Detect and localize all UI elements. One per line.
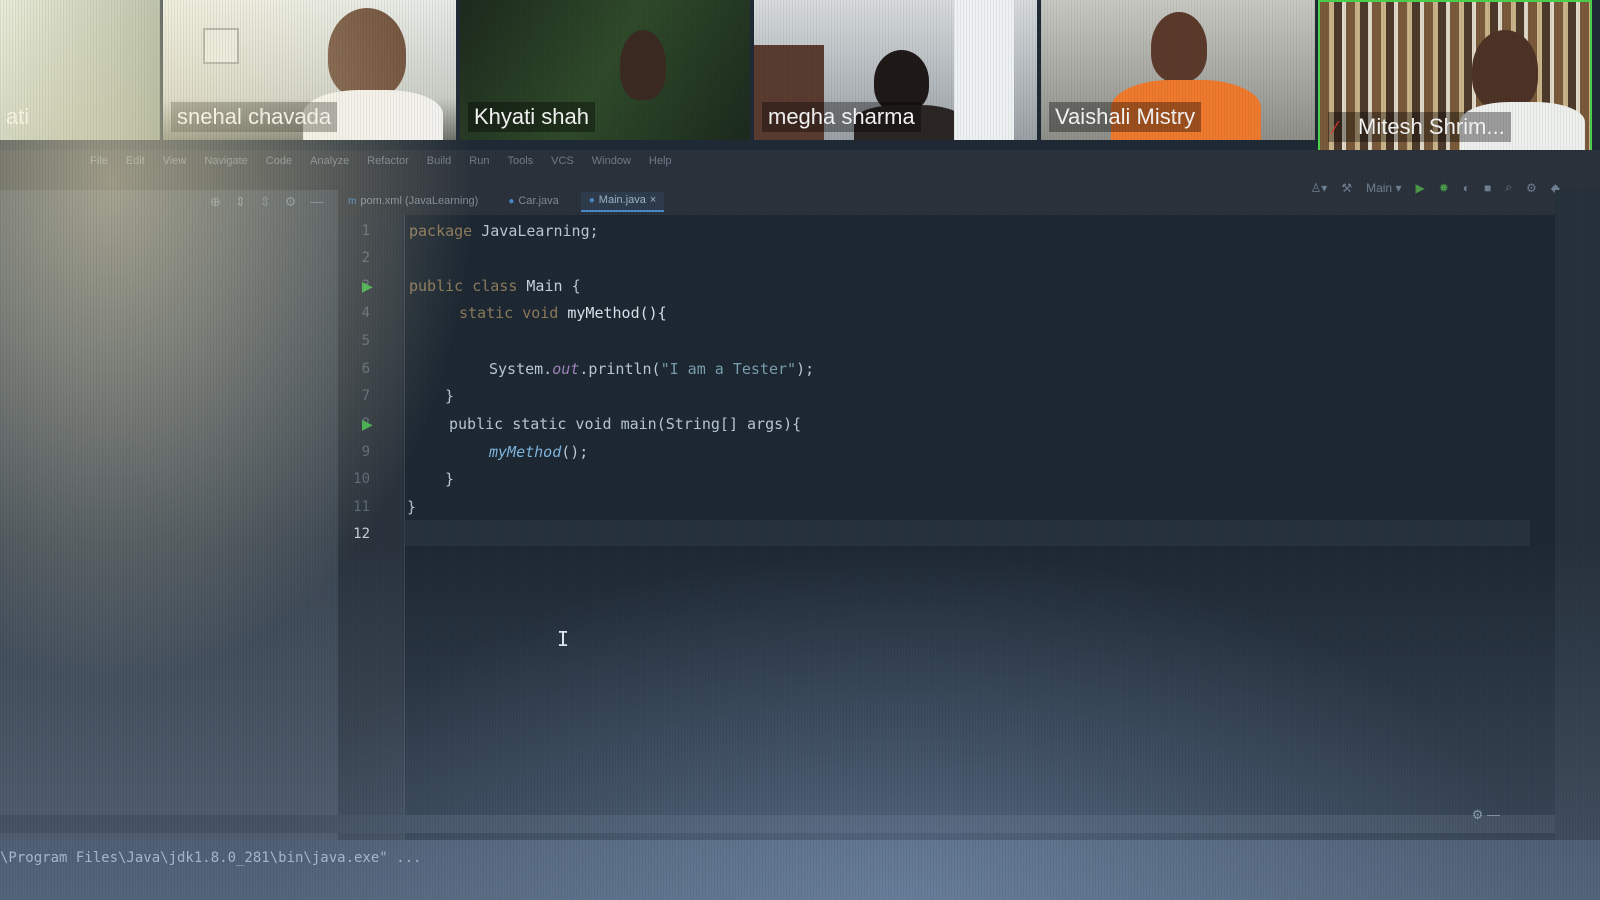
gear-icon[interactable]: ⚙ — bbox=[1472, 807, 1500, 823]
tab-pom[interactable]: m pom.xml (JavaLearning) bbox=[340, 192, 486, 212]
project-tool-window[interactable] bbox=[0, 190, 338, 850]
code-line: } bbox=[407, 498, 417, 516]
gear-icon[interactable]: ⚙ bbox=[285, 194, 297, 210]
menu-item[interactable]: Build bbox=[427, 155, 451, 167]
menu-item[interactable]: Tools bbox=[507, 155, 533, 167]
participant-head bbox=[328, 8, 406, 98]
participant-name: snehal chavada bbox=[171, 102, 338, 132]
hide-icon[interactable]: — bbox=[310, 194, 323, 210]
mic-muted-icon: ⁄ bbox=[1334, 118, 1338, 138]
line-number: 2 bbox=[361, 250, 370, 266]
code-line: myMethod(); bbox=[489, 443, 589, 461]
menu-item[interactable]: Refactor bbox=[367, 155, 409, 167]
editor-bottom-bar bbox=[0, 815, 1555, 833]
tab-main[interactable]: ● Main.java × bbox=[580, 192, 665, 212]
line-number: 4 bbox=[361, 305, 370, 321]
participant-tile[interactable]: Khyati shah bbox=[460, 0, 750, 140]
run-gutter-icon[interactable]: ▶ bbox=[362, 416, 373, 433]
editor-tabs: m pom.xml (JavaLearning) ● Car.java ● Ma… bbox=[340, 192, 665, 212]
collapse-icon[interactable]: ⇳ bbox=[260, 194, 271, 210]
menu-item[interactable]: View bbox=[163, 155, 187, 167]
debug-icon[interactable]: ✹ bbox=[1439, 181, 1449, 195]
participant-head bbox=[1472, 30, 1538, 110]
menu-item[interactable]: Code bbox=[266, 155, 292, 167]
gear-icon[interactable]: ⚙ bbox=[1526, 181, 1537, 195]
menu-item[interactable]: Navigate bbox=[204, 155, 247, 167]
java-class-icon: ● bbox=[588, 194, 595, 206]
tab-car[interactable]: ● Car.java bbox=[500, 192, 566, 212]
menu-item[interactable]: Window bbox=[592, 155, 631, 167]
run-toolbar: ♙▾ ⚒ Main ▾ ▶ ✹ ◐ ■ ⌕ ⚙ ◆ bbox=[1311, 180, 1560, 195]
code-line: } bbox=[445, 387, 455, 405]
coverage-icon[interactable]: ◐ bbox=[1463, 181, 1470, 195]
ide-window: File Edit View Navigate Code Analyze Ref… bbox=[0, 150, 1600, 900]
build-hammer-icon[interactable]: ⚒ bbox=[1341, 181, 1352, 195]
participant-tile[interactable]: snehal chavada bbox=[163, 0, 456, 140]
locate-icon[interactable]: ⊕ bbox=[210, 194, 221, 210]
participant-name: Khyati shah bbox=[468, 102, 595, 132]
code-line: static void myMethod(){ bbox=[459, 304, 667, 322]
text-cursor-icon: I bbox=[557, 627, 570, 651]
expand-icon[interactable]: ⇕ bbox=[235, 194, 246, 210]
participant-head bbox=[620, 30, 666, 100]
participant-tile[interactable]: ati bbox=[0, 0, 160, 140]
maven-file-icon: m bbox=[348, 195, 357, 207]
video-gallery-strip: ati snehal chavada Khyati shah megha sha… bbox=[0, 0, 1600, 152]
code-editor[interactable]: package JavaLearning; public class Main … bbox=[405, 215, 1555, 855]
participant-name: ⁄ Mitesh Shrim... bbox=[1328, 112, 1511, 142]
code-line: package JavaLearning; bbox=[409, 222, 599, 240]
run-configuration-select[interactable]: Main ▾ bbox=[1366, 181, 1401, 195]
right-tool-strip bbox=[1555, 190, 1600, 890]
line-number: 10 bbox=[353, 471, 370, 487]
user-icon[interactable]: ♙▾ bbox=[1311, 181, 1328, 195]
menu-item[interactable]: Run bbox=[469, 155, 489, 167]
participant-tile[interactable]: megha sharma bbox=[754, 0, 1037, 140]
menu-bar: File Edit View Navigate Code Analyze Ref… bbox=[0, 150, 1600, 172]
line-number: 5 bbox=[361, 333, 370, 349]
editor-gutter: 1 2 3 ▶ 4 5 6 7 8 ▶ 9 10 11 12 bbox=[338, 215, 405, 855]
participant-tile[interactable]: Vaishali Mistry bbox=[1041, 0, 1315, 140]
menu-item[interactable]: File bbox=[90, 155, 108, 167]
menu-item[interactable]: VCS bbox=[551, 155, 574, 167]
participant-name: ati bbox=[6, 104, 30, 129]
menu-item[interactable]: Edit bbox=[126, 155, 145, 167]
menu-item[interactable]: Help bbox=[649, 155, 672, 167]
current-line-highlight bbox=[405, 520, 1530, 546]
stop-icon[interactable]: ■ bbox=[1484, 181, 1491, 195]
run-gutter-icon[interactable]: ▶ bbox=[362, 278, 373, 295]
line-number: 1 bbox=[361, 223, 370, 239]
window bbox=[954, 0, 1014, 140]
java-class-icon: ● bbox=[508, 195, 515, 207]
line-number: 9 bbox=[361, 444, 370, 460]
run-console[interactable]: \Program Files\Java\jdk1.8.0_281\bin\jav… bbox=[0, 840, 1600, 900]
menu-item[interactable]: Analyze bbox=[310, 155, 349, 167]
code-line: System.out.println("I am a Tester"); bbox=[489, 360, 815, 378]
search-icon[interactable]: ⌕ bbox=[1505, 180, 1512, 195]
line-number: 7 bbox=[361, 388, 370, 404]
console-output: \Program Files\Java\jdk1.8.0_281\bin\jav… bbox=[0, 850, 422, 866]
line-number: 11 bbox=[353, 499, 370, 515]
participant-name: Vaishali Mistry bbox=[1049, 102, 1202, 132]
participant-head bbox=[1151, 12, 1207, 82]
line-number: 6 bbox=[361, 361, 370, 377]
project-toolbar: ⊕ ⇕ ⇳ ⚙ — bbox=[210, 194, 323, 210]
participant-name: megha sharma bbox=[762, 102, 921, 132]
run-icon[interactable]: ▶ bbox=[1415, 181, 1424, 195]
code-line: public class Main { bbox=[409, 277, 581, 295]
code-line: public static void main(String[] args){ bbox=[449, 415, 802, 433]
line-number: 12 bbox=[353, 526, 370, 542]
code-line: } bbox=[445, 470, 455, 488]
close-icon[interactable]: × bbox=[650, 194, 656, 206]
participant-tile-active-speaker[interactable]: ⁄ Mitesh Shrim... bbox=[1318, 0, 1592, 152]
wall-switch bbox=[203, 28, 239, 64]
